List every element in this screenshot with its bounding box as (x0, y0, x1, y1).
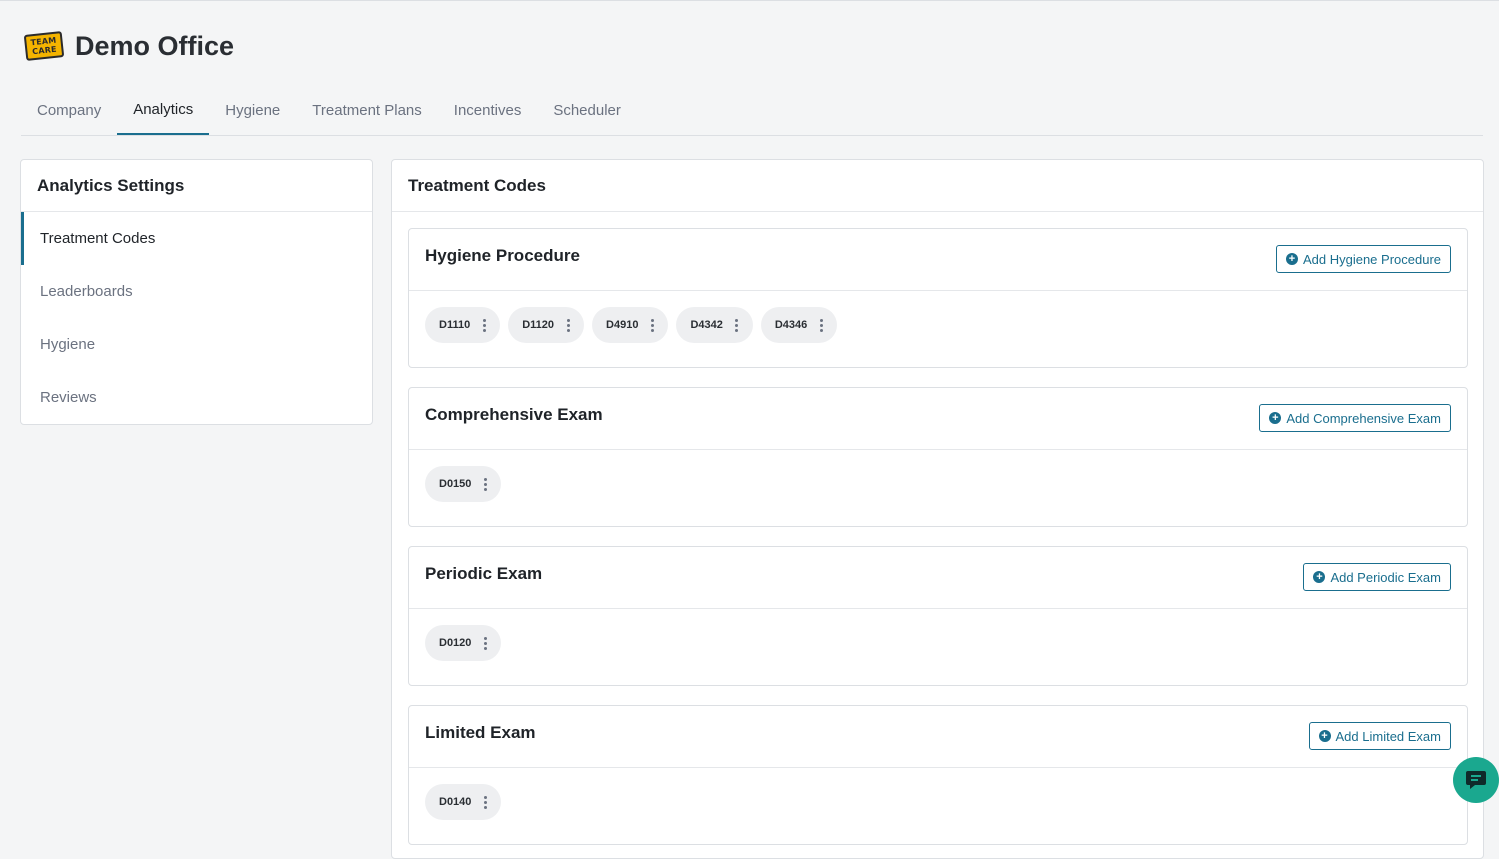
kebab-icon[interactable] (483, 477, 487, 491)
code-chip[interactable]: D1110 (425, 307, 501, 343)
settings-card-title: Analytics Settings (21, 160, 372, 212)
kebab-icon[interactable] (483, 636, 487, 650)
section-header: Hygiene Procedure + Add Hygiene Procedur… (409, 229, 1467, 291)
code-chip[interactable]: D0150 (425, 466, 502, 502)
settings-item-leaderboards[interactable]: Leaderboards (21, 265, 372, 318)
add-hygiene-procedure-button[interactable]: + Add Hygiene Procedure (1275, 245, 1451, 273)
code-chip[interactable]: D4346 (760, 307, 838, 343)
header: TEAM CARE Demo Office (23, 30, 235, 62)
code-chip[interactable]: D0140 (425, 784, 502, 820)
section-header: Periodic Exam + Add Periodic Exam (409, 547, 1467, 609)
analytics-settings-card: Analytics Settings Treatment Codes Leade… (20, 159, 373, 425)
chat-bubble-icon (1466, 771, 1486, 789)
code-chip[interactable]: D4910 (592, 307, 669, 343)
section-header: Limited Exam + Add Limited Exam (409, 706, 1467, 768)
kebab-icon[interactable] (735, 318, 739, 332)
chat-launcher-button[interactable] (1453, 757, 1499, 803)
plus-circle-icon: + (1318, 730, 1331, 742)
tab-scheduler[interactable]: Scheduler (537, 86, 637, 135)
section-title: Comprehensive Exam (425, 405, 603, 424)
top-divider (0, 0, 1499, 1)
kebab-icon[interactable] (566, 318, 570, 332)
section-periodic-exam: Periodic Exam + Add Periodic Exam D0120 (408, 546, 1468, 686)
tab-company[interactable]: Company (21, 86, 117, 135)
treatment-codes-card: Treatment Codes Hygiene Procedure + Add … (391, 159, 1484, 859)
code-chip-list: D0120 (409, 609, 1467, 677)
section-title: Limited Exam (425, 723, 536, 742)
settings-item-treatment-codes[interactable]: Treatment Codes (21, 212, 372, 265)
add-comprehensive-exam-button[interactable]: + Add Comprehensive Exam (1259, 404, 1451, 432)
section-title: Hygiene Procedure (425, 246, 580, 265)
code-chip[interactable]: D0120 (425, 625, 502, 661)
section-hygiene-procedure: Hygiene Procedure + Add Hygiene Procedur… (408, 228, 1468, 368)
settings-item-reviews[interactable]: Reviews (21, 371, 372, 424)
code-chip-list: D0140 (409, 768, 1467, 836)
treatment-codes-title: Treatment Codes (392, 160, 1483, 212)
tab-treatment-plans[interactable]: Treatment Plans (296, 86, 438, 135)
code-chip[interactable]: D1120 (508, 307, 585, 343)
code-chip[interactable]: D4342 (676, 307, 753, 343)
team-care-logo: TEAM CARE (23, 31, 65, 61)
code-chip-list: D0150 (409, 450, 1467, 518)
kebab-icon[interactable] (483, 795, 487, 809)
kebab-icon[interactable] (650, 318, 654, 332)
settings-item-hygiene[interactable]: Hygiene (21, 318, 372, 371)
section-limited-exam: Limited Exam + Add Limited Exam D0140 (408, 705, 1468, 845)
plus-circle-icon: + (1285, 253, 1298, 265)
page-title: Demo Office (75, 30, 235, 61)
section-comprehensive-exam: Comprehensive Exam + Add Comprehensive E… (408, 387, 1468, 527)
add-periodic-exam-button[interactable]: + Add Periodic Exam (1303, 563, 1451, 591)
plus-circle-icon: + (1313, 571, 1326, 583)
tab-incentives[interactable]: Incentives (438, 86, 538, 135)
tab-analytics[interactable]: Analytics (117, 86, 210, 135)
add-limited-exam-button[interactable]: + Add Limited Exam (1308, 722, 1451, 750)
plus-circle-icon: + (1269, 412, 1282, 424)
section-title: Periodic Exam (425, 564, 543, 583)
tab-hygiene[interactable]: Hygiene (209, 86, 296, 135)
code-chip-list: D1110 D1120 D4910 D4342 D4346 (409, 291, 1467, 359)
kebab-icon[interactable] (819, 318, 823, 332)
kebab-icon[interactable] (482, 318, 486, 332)
section-header: Comprehensive Exam + Add Comprehensive E… (409, 388, 1467, 450)
main-tabs: Company Analytics Hygiene Treatment Plan… (21, 86, 1483, 136)
